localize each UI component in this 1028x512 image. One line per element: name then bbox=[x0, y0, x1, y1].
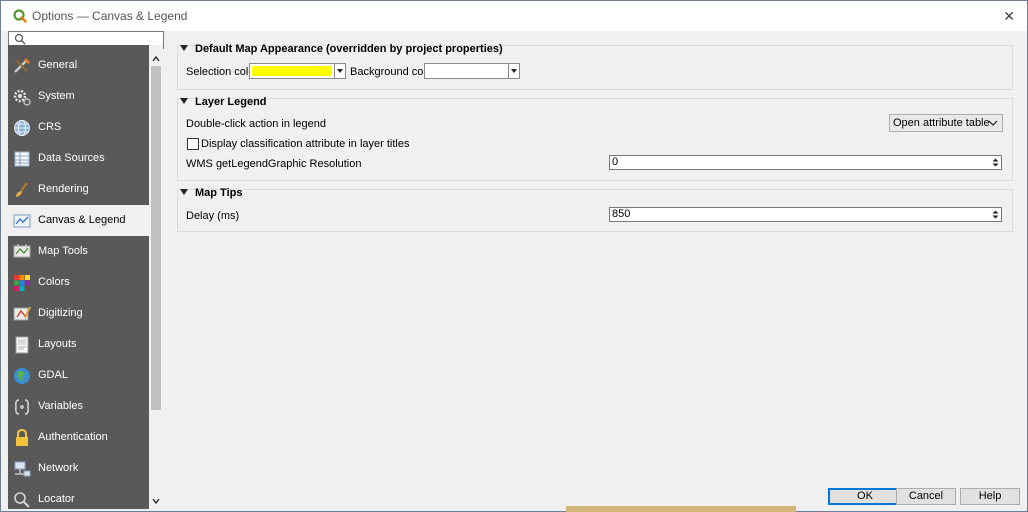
display-classification-checkbox[interactable] bbox=[187, 138, 199, 150]
group-default-map-appearance: Default Map Appearance (overridden by pr… bbox=[177, 43, 1013, 90]
background-color-label: Background color bbox=[350, 66, 436, 78]
group-layer-legend: Layer Legend Double-click action in lege… bbox=[177, 96, 1013, 181]
sidebar-item-authentication[interactable]: Authentication bbox=[8, 422, 149, 453]
sidebar-item-label: CRS bbox=[38, 121, 62, 133]
delay-label: Delay (ms) bbox=[186, 210, 240, 222]
group-map-tips: Map Tips Delay (ms) 850 bbox=[177, 187, 1013, 232]
sidebar-item-general[interactable]: General bbox=[8, 50, 149, 81]
sidebar-item-label: Network bbox=[38, 462, 79, 474]
sidebar-scrollbar[interactable] bbox=[149, 45, 163, 509]
network-icon bbox=[14, 461, 31, 477]
double-click-action-select[interactable]: Open attribute table bbox=[889, 114, 1003, 132]
background-color-swatch bbox=[427, 66, 507, 76]
selection-color-button[interactable] bbox=[249, 63, 346, 79]
window-title: Options — Canvas & Legend bbox=[32, 9, 188, 23]
chevron-down-icon bbox=[988, 120, 998, 126]
group-title-text: Map Tips bbox=[195, 187, 243, 199]
layouts-icon bbox=[15, 336, 29, 354]
sidebar-item-gdal[interactable]: GDAL bbox=[8, 360, 149, 391]
title-bar: Options — Canvas & Legend ✕ bbox=[1, 1, 1027, 31]
close-icon[interactable]: ✕ bbox=[1003, 8, 1015, 25]
spinner-arrows-icon[interactable] bbox=[991, 209, 1000, 220]
sidebar-item-label: Locator bbox=[38, 493, 75, 505]
sidebar-item-label: Colors bbox=[38, 276, 70, 288]
double-click-action-value: Open attribute table bbox=[893, 117, 990, 129]
collapse-triangle-icon bbox=[180, 189, 188, 195]
variables-icon bbox=[15, 399, 29, 415]
sidebar-item-label: System bbox=[38, 90, 75, 102]
sidebar-item-variables[interactable]: Variables bbox=[8, 391, 149, 422]
sidebar-item-system[interactable]: System bbox=[8, 81, 149, 112]
map-tools-icon bbox=[13, 244, 31, 258]
sidebar-item-label: Rendering bbox=[38, 183, 89, 195]
options-dialog: Options — Canvas & Legend ✕ General Syst… bbox=[0, 0, 1028, 512]
sidebar-list: General System CRS Data Sources Renderin… bbox=[8, 45, 149, 509]
group-title[interactable]: Layer Legend bbox=[180, 96, 267, 108]
globe-icon bbox=[14, 120, 30, 136]
sidebar-item-label: General bbox=[38, 59, 78, 71]
sidebar-item-label: Canvas & Legend bbox=[38, 214, 126, 226]
delay-spinbox[interactable]: 850 bbox=[609, 207, 1002, 222]
sidebar-item-canvas-legend[interactable]: Canvas & Legend bbox=[8, 205, 149, 236]
sidebar-item-colors[interactable]: Colors bbox=[8, 267, 149, 298]
cancel-button[interactable]: Cancel bbox=[896, 488, 956, 505]
wms-resolution-spinbox[interactable]: 0 bbox=[609, 155, 1002, 170]
sidebar-item-crs[interactable]: CRS bbox=[8, 112, 149, 143]
sidebar: General System CRS Data Sources Renderin… bbox=[8, 31, 164, 509]
lock-icon bbox=[16, 428, 28, 446]
group-title[interactable]: Map Tips bbox=[180, 187, 242, 199]
sidebar-item-label: Layouts bbox=[38, 338, 77, 350]
selection-color-swatch bbox=[252, 66, 332, 76]
selection-color-label: Selection color bbox=[186, 66, 259, 78]
group-title-text: Default Map Appearance (overridden by pr… bbox=[195, 43, 503, 55]
wms-resolution-value: 0 bbox=[612, 156, 619, 168]
map-canvas-icon bbox=[13, 214, 31, 228]
delay-value: 850 bbox=[612, 208, 631, 220]
sidebar-item-digitizing[interactable]: Digitizing bbox=[8, 298, 149, 329]
sidebar-item-map-tools[interactable]: Map Tools bbox=[8, 236, 149, 267]
sidebar-item-locator[interactable]: Locator bbox=[8, 484, 149, 509]
sidebar-item-layouts[interactable]: Layouts bbox=[8, 329, 149, 360]
sidebar-item-label: Authentication bbox=[38, 431, 108, 443]
wms-resolution-label: WMS getLegendGraphic Resolution bbox=[186, 158, 362, 170]
sidebar-item-network[interactable]: Network bbox=[8, 453, 149, 484]
chevron-down-icon[interactable] bbox=[334, 64, 345, 78]
scroll-down-icon[interactable] bbox=[152, 497, 160, 505]
gear-icon bbox=[13, 89, 31, 106]
sidebar-item-data-sources[interactable]: Data Sources bbox=[8, 143, 149, 174]
sidebar-item-label: Data Sources bbox=[38, 152, 105, 164]
ok-button[interactable]: OK bbox=[828, 488, 902, 505]
search-icon bbox=[14, 492, 30, 508]
paintbrush-icon bbox=[16, 182, 29, 197]
sidebar-item-rendering[interactable]: Rendering bbox=[8, 174, 149, 205]
gdal-icon bbox=[14, 368, 30, 384]
group-title-text: Layer Legend bbox=[195, 96, 267, 108]
digitizing-icon bbox=[13, 306, 31, 321]
scrollbar-thumb[interactable] bbox=[151, 66, 161, 410]
sidebar-item-label: Digitizing bbox=[38, 307, 83, 319]
wrench-hammer-icon bbox=[14, 57, 31, 73]
help-button[interactable]: Help bbox=[960, 488, 1020, 505]
sidebar-item-label: Variables bbox=[38, 400, 84, 412]
collapse-triangle-icon bbox=[180, 98, 188, 104]
collapse-triangle-icon bbox=[180, 45, 188, 51]
double-click-action-label: Double-click action in legend bbox=[186, 118, 327, 130]
sidebar-item-label: Map Tools bbox=[38, 245, 88, 257]
scroll-up-icon[interactable] bbox=[152, 55, 160, 63]
background-color-button[interactable] bbox=[424, 63, 520, 79]
table-icon bbox=[14, 151, 30, 167]
group-title[interactable]: Default Map Appearance (overridden by pr… bbox=[180, 43, 503, 55]
sidebar-item-label: GDAL bbox=[38, 369, 68, 381]
color-palette-icon bbox=[14, 275, 30, 291]
display-classification-label: Display classification attribute in laye… bbox=[201, 138, 410, 150]
qgis-logo-icon bbox=[13, 9, 27, 23]
background-window-strip bbox=[566, 506, 796, 512]
spinner-arrows-icon[interactable] bbox=[991, 157, 1000, 168]
chevron-down-icon[interactable] bbox=[508, 64, 519, 78]
